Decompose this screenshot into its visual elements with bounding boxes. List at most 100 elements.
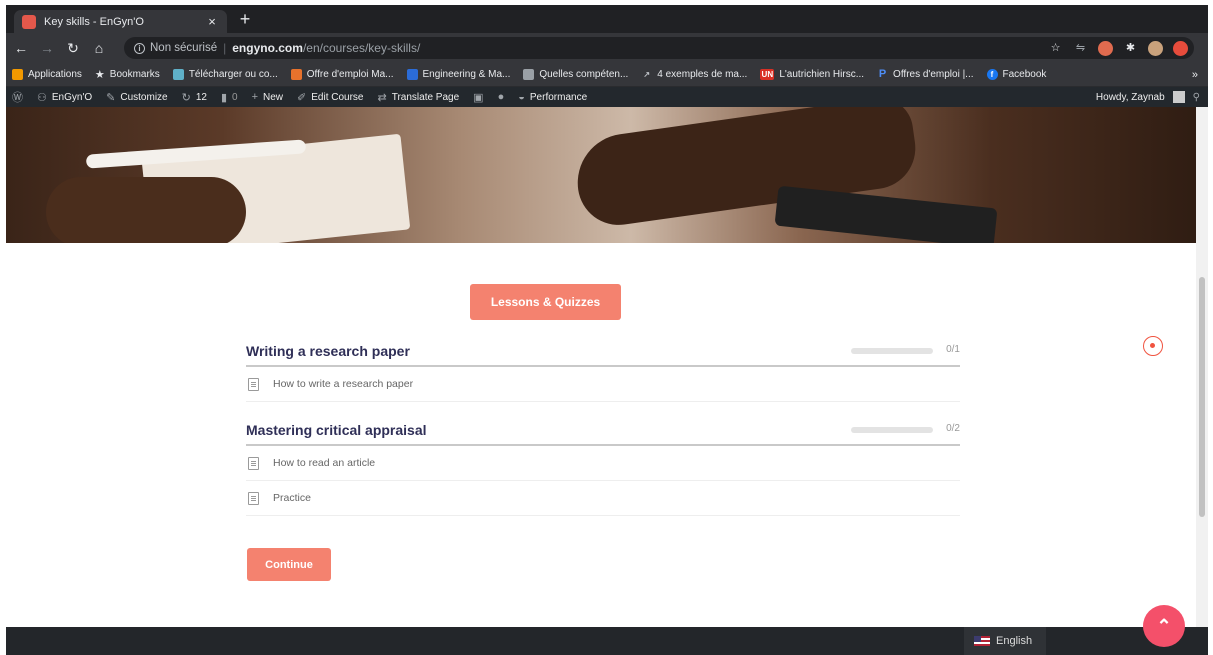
engineering-icon xyxy=(406,69,418,80)
focus-target-icon[interactable] xyxy=(1143,336,1163,356)
bookmark-applications[interactable]: Applications xyxy=(12,69,82,80)
home-icon[interactable]: ⌂ xyxy=(88,40,110,56)
url-host: engyno.com xyxy=(232,41,303,55)
tab-strip: Key skills - EnGyn'O × + xyxy=(6,5,1208,33)
yoast-icon[interactable]: ▣ xyxy=(473,91,483,104)
bookmark-label: Facebook xyxy=(1002,69,1047,80)
page-scrollbar[interactable] xyxy=(1196,107,1208,627)
status-dot-icon[interactable]: ● xyxy=(498,91,505,103)
howdy-user[interactable]: Howdy, Zaynab xyxy=(1096,92,1165,103)
bookmark-label: Télécharger ou co... xyxy=(188,69,278,80)
translate-icon: ⇄ xyxy=(377,91,387,104)
scroll-to-top-button[interactable]: ⌃ xyxy=(1143,605,1185,647)
language-switcher[interactable]: English xyxy=(964,627,1046,655)
admin-customize-label: Customize xyxy=(120,91,168,103)
course-hero-image xyxy=(6,107,1208,243)
back-arrow-icon[interactable]: ← xyxy=(10,40,32,56)
bookmark-label: Bookmarks xyxy=(109,69,160,80)
browser-toolbar: ← → ↻ ⌂ i Non sécurisé | engyno.com /en/… xyxy=(6,33,1208,63)
scrollbar-thumb[interactable] xyxy=(1199,277,1205,517)
bookmark-bookmarks[interactable]: ★ Bookmarks xyxy=(95,68,160,81)
admin-performance[interactable]: ◒ Performance xyxy=(518,91,587,103)
reload-icon[interactable]: ↻ xyxy=(62,40,84,57)
user-avatar[interactable] xyxy=(1172,91,1185,103)
bookmark-label: 4 exemples de ma... xyxy=(657,69,748,80)
admin-edit-course-label: Edit Course xyxy=(311,91,364,103)
bookmark-download[interactable]: Télécharger ou co... xyxy=(172,69,278,80)
admin-site-name[interactable]: ⚇ EnGyn'O xyxy=(37,91,92,104)
new-tab-button[interactable]: + xyxy=(235,9,255,29)
lesson-title: Practice xyxy=(273,492,311,504)
bookmark-offres[interactable]: P Offres d'emploi |... xyxy=(877,68,974,81)
extensions-puzzle-icon[interactable]: ✱ xyxy=(1123,41,1138,56)
admin-updates-count: 12 xyxy=(195,91,207,103)
lessons-quizzes-tab[interactable]: Lessons & Quizzes xyxy=(470,284,621,320)
section-progress-bar xyxy=(851,348,933,354)
site-footer: English xyxy=(6,627,1208,655)
browser-tab[interactable]: Key skills - EnGyn'O × xyxy=(14,10,227,33)
bookmark-engineering[interactable]: Engineering & Ma... xyxy=(406,69,511,80)
profile-avatar-icon[interactable] xyxy=(1148,40,1163,56)
section-title: Writing a research paper xyxy=(246,343,410,359)
bookmark-star-icon[interactable]: ☆ xyxy=(1048,41,1063,56)
lesson-title: How to read an article xyxy=(273,457,376,469)
bookmark-label: Quelles compéten... xyxy=(539,69,629,80)
updates-icon: ↻ xyxy=(181,91,191,104)
admin-customize[interactable]: ✎ Customize xyxy=(106,91,167,104)
trend-icon: ↗ xyxy=(643,70,651,79)
admin-comments[interactable]: ▮ 0 xyxy=(221,91,238,104)
security-label: Non sécurisé xyxy=(150,42,218,54)
lesson-item[interactable]: How to write a research paper xyxy=(246,367,960,402)
admin-translate-page[interactable]: ⇄ Translate Page xyxy=(378,91,460,104)
url-path: /en/courses/key-skills/ xyxy=(302,41,421,55)
performance-icon: ◒ xyxy=(518,91,525,103)
site-icon: ⚇ xyxy=(37,91,47,104)
chevron-up-icon: ⌃ xyxy=(1156,615,1172,636)
wordpress-logo-icon[interactable]: Ⓦ xyxy=(12,89,23,105)
job-icon xyxy=(290,69,302,80)
course-section: Mastering critical appraisal 0/2 How to … xyxy=(246,420,960,516)
admin-updates[interactable]: ↻ 12 xyxy=(182,91,207,104)
hero-hand-left-shape xyxy=(46,177,246,243)
bookmarks-more-icon[interactable]: » xyxy=(1192,69,1198,81)
admin-new-label: New xyxy=(263,91,284,103)
p-icon: P xyxy=(878,68,887,80)
search-icon[interactable]: ⚲ xyxy=(1193,92,1200,103)
bookmark-label: Engineering & Ma... xyxy=(422,69,511,80)
site-favicon-icon xyxy=(22,14,36,29)
section-progress-text: 0/2 xyxy=(946,423,960,434)
bookmark-facebook[interactable]: f Facebook xyxy=(986,69,1047,80)
language-label: English xyxy=(996,635,1033,647)
apps-grid-icon xyxy=(12,69,23,80)
hero-phone-shape xyxy=(774,185,998,243)
forward-arrow-icon[interactable]: → xyxy=(36,40,58,56)
bookmark-examples[interactable]: ↗ 4 exemples de ma... xyxy=(641,69,747,80)
extension-tracker-icon[interactable] xyxy=(1098,40,1113,56)
lesson-item[interactable]: How to read an article xyxy=(246,446,960,481)
admin-site-label: EnGyn'O xyxy=(51,91,93,103)
comment-icon: ▮ xyxy=(220,91,228,104)
download-icon xyxy=(172,69,184,80)
tab-title: Key skills - EnGyn'O xyxy=(44,15,144,28)
wp-admin-bar: Ⓦ ⚇ EnGyn'O ✎ Customize ↻ 12 ▮ 0 + New ✐ Edit … xyxy=(6,87,1208,107)
bookmark-label: L'autrichien Hirsc... xyxy=(779,69,865,80)
facebook-icon: f xyxy=(986,69,998,80)
section-header[interactable]: Mastering critical appraisal 0/2 xyxy=(246,420,960,446)
section-header[interactable]: Writing a research paper 0/1 xyxy=(246,341,960,367)
address-bar[interactable]: i Non sécurisé | engyno.com /en/courses/… xyxy=(124,37,1194,59)
document-icon xyxy=(248,491,259,505)
info-icon[interactable]: i xyxy=(134,42,145,54)
bookmark-skills[interactable]: Quelles compéten... xyxy=(523,69,628,80)
bookmark-autrichien[interactable]: UN L'autrichien Hirsc... xyxy=(760,69,864,80)
admin-comments-count: 0 xyxy=(232,91,238,103)
un-icon: UN xyxy=(760,69,775,80)
lesson-item[interactable]: Practice xyxy=(246,481,960,516)
us-flag-icon xyxy=(974,636,990,646)
continue-button[interactable]: Continue xyxy=(247,548,331,581)
tab-close-icon[interactable]: × xyxy=(205,14,219,29)
bookmark-job-offer[interactable]: Offre d'emploi Ma... xyxy=(290,69,394,80)
admin-edit-course[interactable]: ✐ Edit Course xyxy=(297,91,363,104)
extension-filter-icon[interactable]: ⇋ xyxy=(1073,41,1088,56)
update-alert-icon[interactable] xyxy=(1173,40,1188,56)
admin-new[interactable]: + New xyxy=(252,91,283,103)
